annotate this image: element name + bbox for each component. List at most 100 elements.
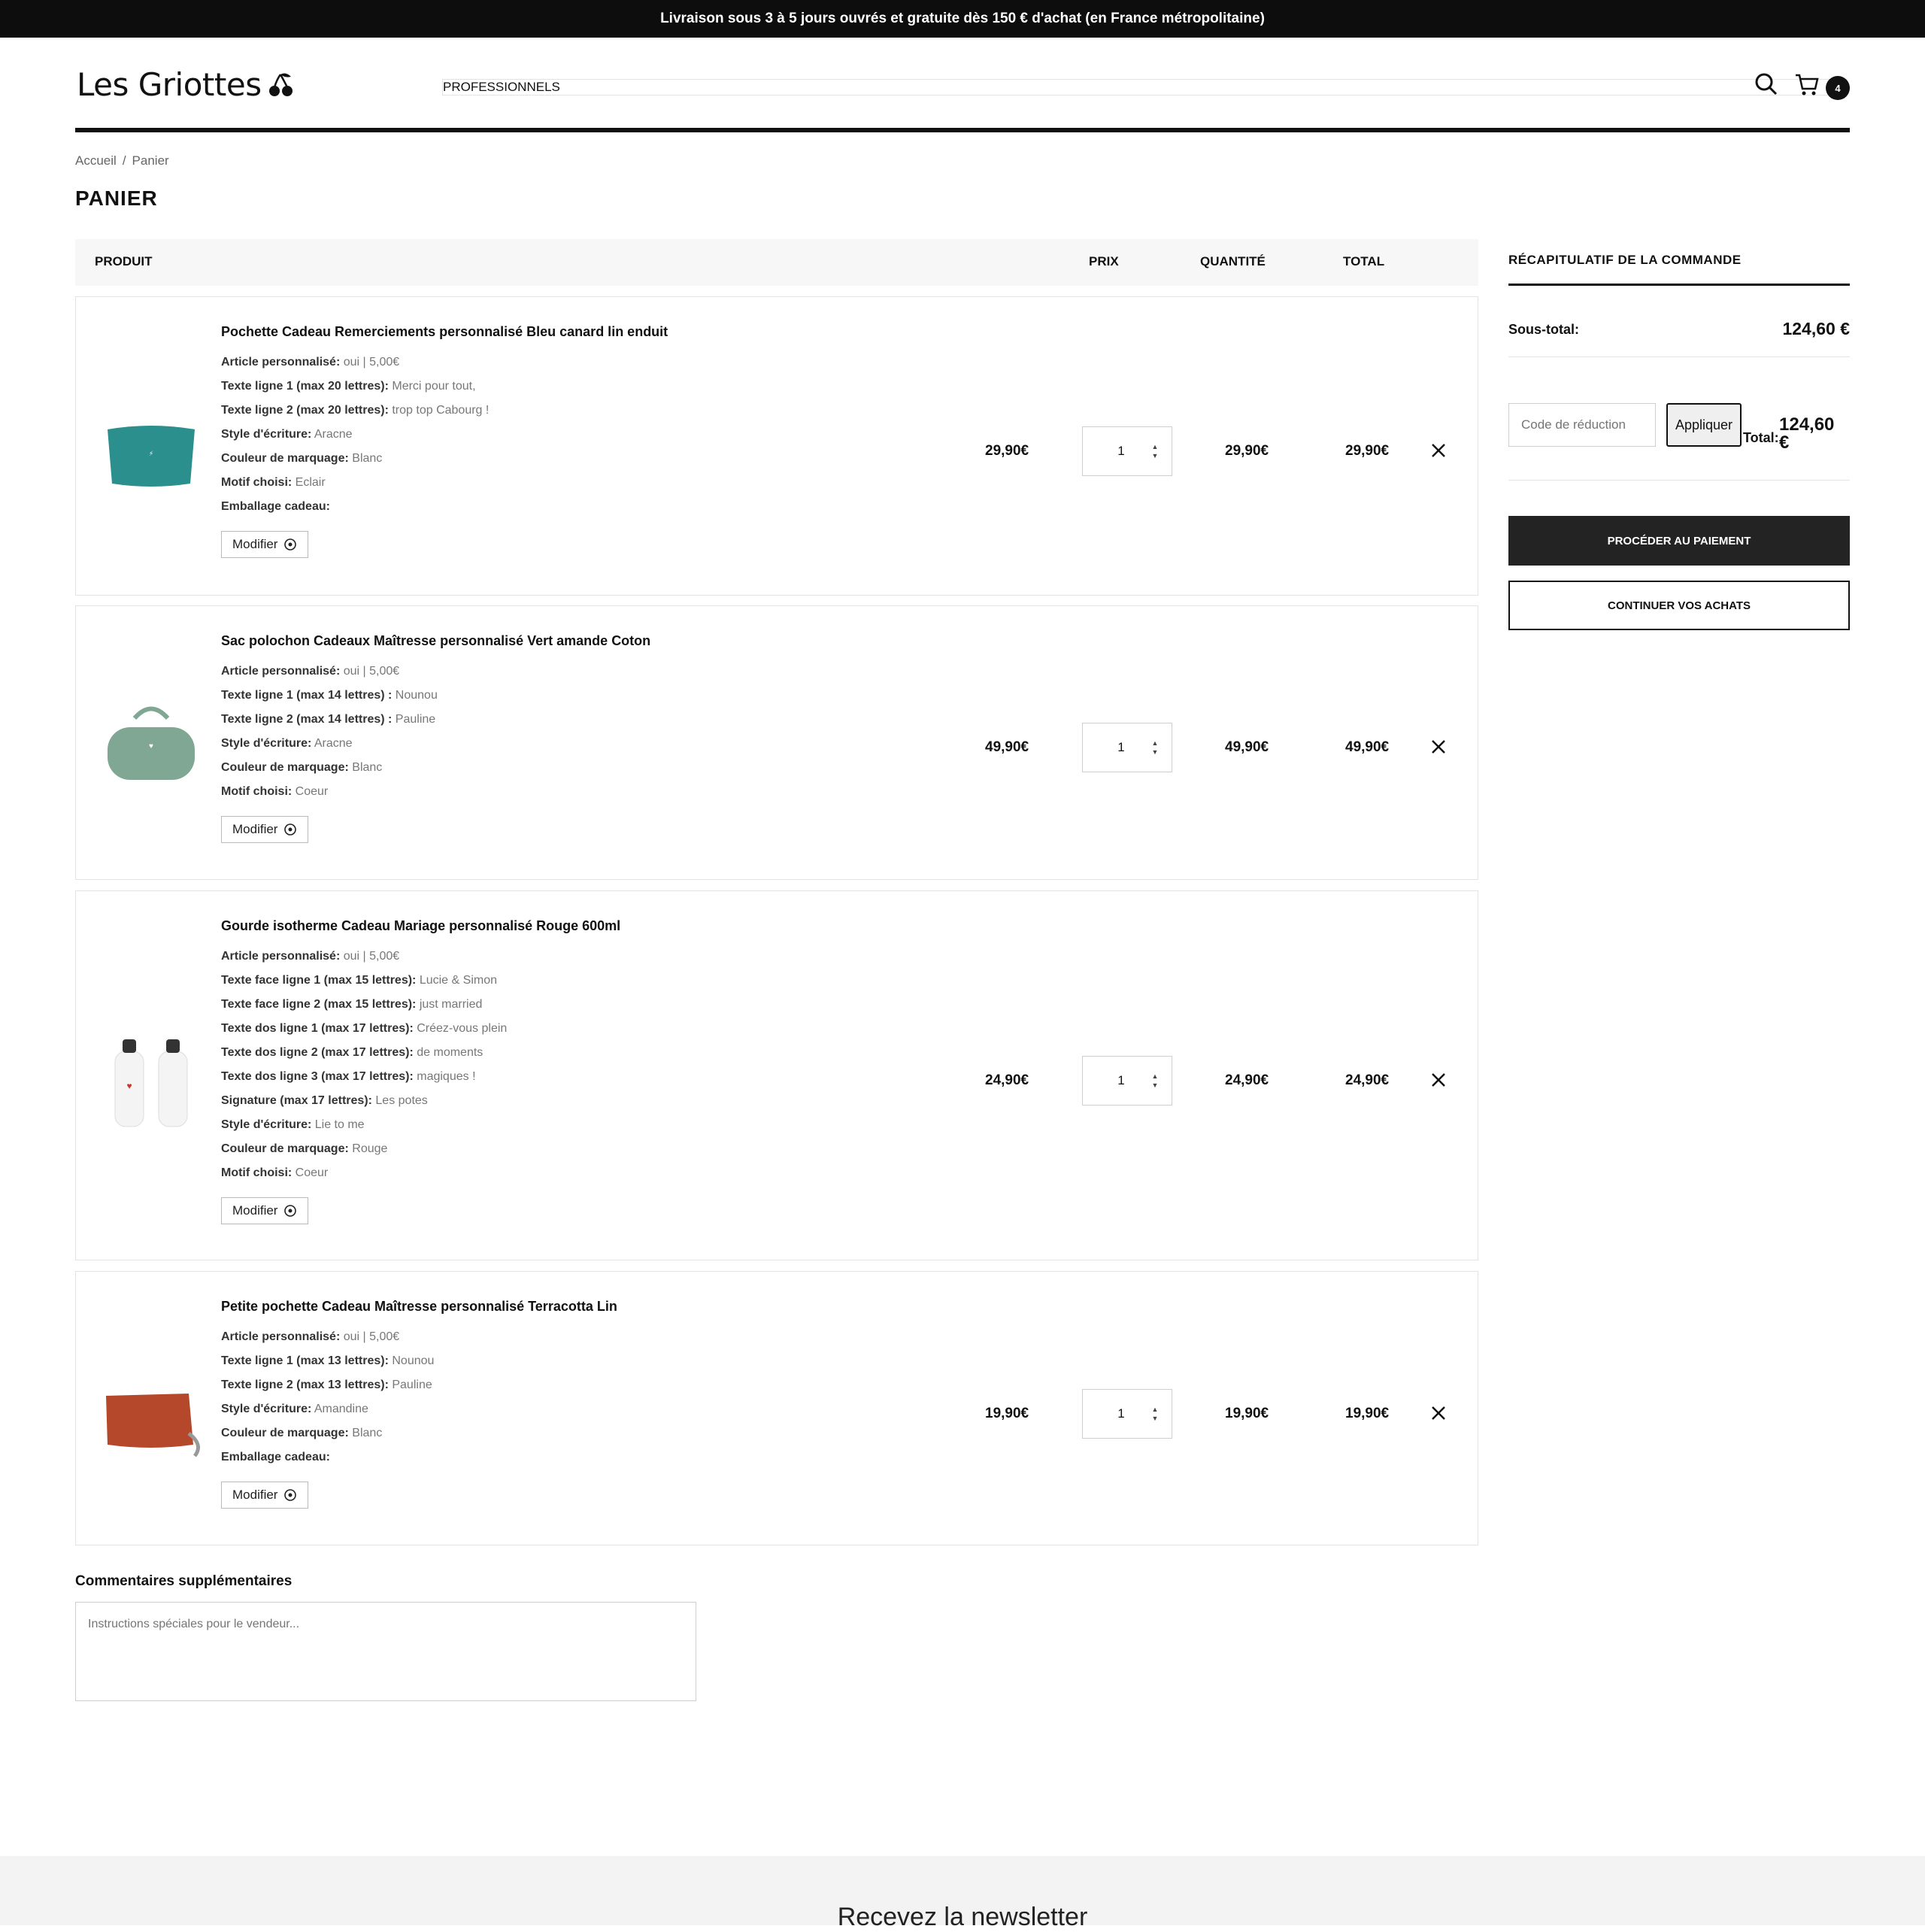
modify-button[interactable]: Modifier [221,1197,309,1224]
chevron-down-icon[interactable]: ▼ [1152,1415,1159,1422]
stepper-arrows-icon[interactable]: ▲ ▼ [1146,1406,1164,1422]
brand-name: Les Griottes [77,66,262,103]
order-summary-title: RÉCAPITULATIF DE LA COMMANDE [1508,253,1742,267]
product-image[interactable] [99,1362,204,1467]
svg-text:⚡: ⚡ [149,450,153,457]
comments-textarea[interactable] [75,1602,696,1701]
item-total: 49,90€ [1345,739,1390,755]
option-value: Lie to me [314,1118,365,1131]
item-title[interactable]: Sac polochon Cadeaux Maîtresse personnal… [221,633,650,649]
summary-separator [1508,356,1850,357]
option-value: Blanc [352,761,383,774]
subtotal-label: Sous-total: [1508,322,1579,337]
option-label: Texte ligne 2 (max 13 lettres): [221,1378,389,1391]
column-total: TOTAL [1343,254,1385,268]
option-value: Les potes [375,1094,428,1107]
stepper-arrows-icon[interactable]: ▲ ▼ [1146,1072,1164,1089]
quantity-stepper[interactable]: 1 ▲ ▼ [1082,723,1172,772]
item-option: Texte ligne 2 (max 13 lettres): Pauline [221,1373,617,1397]
item-price: 29,90€ [985,443,1029,459]
nav-item[interactable]: PROFESSIONNELS [442,79,1845,96]
option-label: Emballage cadeau: [221,1451,330,1463]
product-image[interactable]: ♥ [99,696,204,801]
remove-item-icon[interactable] [1429,441,1448,459]
item-option: Texte ligne 1 (max 14 lettres) : Nounou [221,684,650,708]
column-product: PRODUIT [95,254,153,268]
stepper-arrows-icon[interactable]: ▲ ▼ [1146,739,1164,756]
checkout-button[interactable]: PROCÉDER AU PAIEMENT [1508,516,1850,566]
page-title: PANIER [75,187,158,210]
item-option: Couleur de marquage: Blanc [221,1421,617,1445]
stepper-arrows-icon[interactable]: ▲ ▼ [1146,443,1164,459]
item-option: Article personnalisé: oui | 5,00€ [221,350,668,375]
item-option: Couleur de marquage: Rouge [221,1137,620,1161]
product-image[interactable]: ⚡ [99,399,204,505]
item-option: Article personnalisé: oui | 5,00€ [221,945,620,969]
cart-item: ♥ Gourde isotherme Cadeau Mariage personn… [75,890,1478,1260]
remove-item-icon[interactable] [1429,1071,1448,1089]
option-label: Texte dos ligne 3 (max 17 lettres): [221,1070,414,1083]
quantity-value[interactable]: 1 [1083,1406,1146,1421]
quantity-value[interactable]: 1 [1083,740,1146,755]
gear-icon [284,538,297,550]
chevron-up-icon[interactable]: ▲ [1152,1072,1159,1080]
quantity-value[interactable]: 1 [1083,444,1146,459]
modify-button[interactable]: Modifier [221,1482,309,1509]
item-option: Style d'écriture: Aracne [221,423,668,447]
chevron-down-icon[interactable]: ▼ [1152,748,1159,756]
option-label: Motif choisi: [221,476,293,489]
item-details: Pochette Cadeau Remerciements personnali… [221,324,668,558]
remove-item-icon[interactable] [1429,738,1448,756]
modify-label: Modifier [232,822,278,836]
item-details: Petite pochette Cadeau Maîtresse personn… [221,1299,617,1509]
option-value: Coeur [295,1166,329,1179]
discount-code-input[interactable] [1508,403,1656,447]
product-image[interactable]: ♥ [99,1029,204,1134]
option-label: Couleur de marquage: [221,1427,349,1439]
cart-icon[interactable] [1794,71,1820,97]
option-value: Aracne [314,428,353,441]
option-label: Couleur de marquage: [221,761,349,774]
remove-item-icon[interactable] [1429,1404,1448,1422]
modify-label: Modifier [232,537,278,551]
chevron-up-icon[interactable]: ▲ [1152,443,1159,450]
modify-button[interactable]: Modifier [221,816,309,843]
option-value: Blanc [352,452,383,465]
modify-button[interactable]: Modifier [221,531,309,558]
option-value: Merci pour tout, [392,380,476,393]
chevron-down-icon[interactable]: ▼ [1152,452,1159,459]
continue-shopping-button[interactable]: CONTINUER VOS ACHATS [1508,581,1850,630]
chevron-down-icon[interactable]: ▼ [1152,1081,1159,1089]
total-label: Total: [1743,430,1779,445]
item-option: Texte face ligne 2 (max 15 lettres): jus… [221,993,620,1017]
item-option: Couleur de marquage: Blanc [221,756,650,780]
breadcrumb-current: Panier [132,153,169,168]
item-option: Texte dos ligne 3 (max 17 lettres): magi… [221,1065,620,1089]
option-value: Lucie & Simon [419,974,497,987]
item-option: Texte ligne 2 (max 20 lettres): trop top… [221,399,668,423]
breadcrumb-separator: / [122,153,126,168]
option-label: Signature (max 17 lettres): [221,1094,372,1107]
apply-discount-button[interactable]: Appliquer [1666,403,1742,447]
item-total: 19,90€ [1345,1406,1390,1421]
quantity-value[interactable]: 1 [1083,1073,1146,1088]
item-title[interactable]: Pochette Cadeau Remerciements personnali… [221,324,668,340]
option-label: Motif choisi: [221,1166,293,1179]
item-line-total: 24,90€ [1225,1072,1269,1088]
chevron-up-icon[interactable]: ▲ [1152,739,1159,747]
option-label: Style d'écriture: [221,1118,312,1131]
search-icon[interactable] [1754,71,1779,97]
quantity-stepper[interactable]: 1 ▲ ▼ [1082,1056,1172,1106]
breadcrumb-home[interactable]: Accueil [75,153,117,168]
chevron-up-icon[interactable]: ▲ [1152,1406,1159,1413]
logo[interactable]: Les Griottes [77,66,295,103]
option-value: Pauline [395,713,436,726]
header-icons [1754,71,1820,97]
item-title[interactable]: Gourde isotherme Cadeau Mariage personna… [221,918,620,934]
quantity-stepper[interactable]: 1 ▲ ▼ [1082,1389,1172,1439]
gear-icon [284,1489,297,1501]
option-value: Amandine [314,1403,368,1415]
option-value: Eclair [295,476,326,489]
item-title[interactable]: Petite pochette Cadeau Maîtresse personn… [221,1299,617,1315]
quantity-stepper[interactable]: 1 ▲ ▼ [1082,426,1172,476]
